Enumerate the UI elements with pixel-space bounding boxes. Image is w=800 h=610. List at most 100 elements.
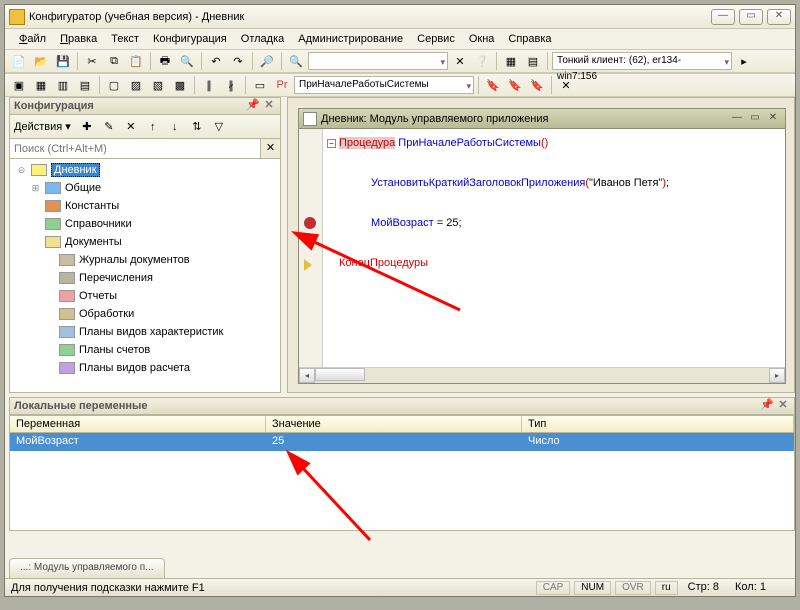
cfg-down-icon[interactable]: ↓ — [165, 117, 185, 137]
cfg-del-icon[interactable]: ✕ — [121, 117, 141, 137]
code-line[interactable]: КонецПроцедуры — [339, 257, 785, 269]
menu-debug[interactable]: Отладка — [235, 31, 290, 47]
bookmark-prev-icon[interactable]: 🔖 — [527, 75, 547, 95]
horizontal-scrollbar[interactable]: ◂ ▸ — [299, 367, 785, 383]
col-type[interactable]: Тип — [522, 416, 794, 432]
config-panel-title[interactable]: Конфигурация 📌 ✕ — [9, 97, 281, 115]
t2-icon[interactable]: ▢ — [104, 75, 124, 95]
expand-icon[interactable] — [30, 201, 41, 211]
menu-help[interactable]: Справка — [502, 31, 557, 47]
save-icon[interactable]: 💾 — [53, 51, 73, 71]
panel-close-icon[interactable]: ✕ — [262, 99, 276, 113]
gutter[interactable] — [299, 129, 323, 367]
new-icon[interactable]: 📄 — [9, 51, 29, 71]
expand-icon[interactable] — [44, 363, 55, 373]
cut-icon[interactable]: ✂ — [82, 51, 102, 71]
proc-combo[interactable]: ПриНачалеРаботыСистемы — [294, 76, 474, 94]
expand-icon[interactable] — [44, 273, 55, 283]
expand-icon[interactable] — [44, 291, 55, 301]
t2-icon[interactable]: ▥ — [53, 75, 73, 95]
menu-config[interactable]: Конфигурация — [147, 31, 233, 47]
menu-file[interactable]: Файл — [13, 31, 52, 47]
code-close-button[interactable]: ✕ — [765, 112, 781, 126]
code-min-button[interactable]: — — [729, 112, 745, 126]
search-clear-icon[interactable]: ✕ — [261, 139, 281, 159]
proc-nav-icon[interactable]: Pr — [272, 75, 292, 95]
tree-item[interactable]: Планы видов расчета — [12, 359, 278, 377]
tree-item[interactable]: ⊞Общие — [12, 179, 278, 197]
expand-icon[interactable] — [44, 309, 55, 319]
tree-item[interactable]: ⊝Дневник — [12, 161, 278, 179]
minimize-button[interactable]: — — [711, 9, 735, 25]
scroll-thumb[interactable] — [315, 368, 365, 381]
client-combo[interactable]: Тонкий клиент: (62), er134-win7:156 — [552, 52, 732, 70]
col-variable[interactable]: Переменная — [10, 416, 266, 432]
menu-text[interactable]: Текст — [105, 31, 145, 47]
print-icon[interactable]: 🖶 — [155, 51, 175, 71]
tree-item[interactable]: Документы — [12, 233, 278, 251]
locals-header[interactable]: Переменная Значение Тип — [9, 415, 795, 433]
menu-edit[interactable]: Правка — [54, 31, 103, 47]
locals-row[interactable]: МойВозраст 25 Число — [10, 433, 794, 451]
expand-icon[interactable] — [30, 219, 41, 229]
cfg-filter-icon[interactable]: ▽ — [209, 117, 229, 137]
code-line[interactable]: МойВозраст = 25; — [371, 217, 785, 229]
code-line[interactable]: УстановитьКраткийЗаголовокПриложения("Ив… — [371, 177, 785, 189]
scroll-left-icon[interactable]: ◂ — [299, 368, 315, 383]
preview-icon[interactable]: 🔍 — [177, 51, 197, 71]
t2-icon[interactable]: ▨ — [126, 75, 146, 95]
fold-toggle[interactable]: − — [327, 139, 336, 148]
expand-icon[interactable] — [44, 345, 55, 355]
cfg-add-icon[interactable]: ✚ — [77, 117, 97, 137]
code-max-button[interactable]: ▭ — [747, 112, 763, 126]
t2-icon[interactable]: ▩ — [170, 75, 190, 95]
module-icon[interactable]: ▭ — [250, 75, 270, 95]
open-icon[interactable]: 📂 — [31, 51, 51, 71]
code-titlebar[interactable]: Дневник: Модуль управляемого приложения … — [299, 109, 785, 129]
find-icon[interactable]: 🔎 — [257, 51, 277, 71]
bookmark-next-icon[interactable]: 🔖 — [505, 75, 525, 95]
pin-icon[interactable]: 📌 — [760, 399, 774, 413]
tree-item[interactable]: Журналы документов — [12, 251, 278, 269]
clear-icon[interactable]: ✕ — [450, 51, 470, 71]
tree-item[interactable]: Константы — [12, 197, 278, 215]
help-icon[interactable]: ❔ — [472, 51, 492, 71]
expand-icon[interactable] — [44, 327, 55, 337]
t2-icon[interactable]: ▧ — [148, 75, 168, 95]
col-value[interactable]: Значение — [266, 416, 522, 432]
expand-icon[interactable]: ⊞ — [30, 183, 41, 194]
code-line[interactable]: Процедура ПриНачалеРаботыСистемы() — [339, 137, 785, 149]
tree-item[interactable]: Отчеты — [12, 287, 278, 305]
redo-icon[interactable]: ↷ — [228, 51, 248, 71]
close-button[interactable]: ✕ — [767, 9, 791, 25]
titlebar[interactable]: Конфигуратор (учебная версия) - Дневник … — [5, 5, 795, 29]
scroll-track[interactable] — [315, 368, 769, 383]
bookmark-icon[interactable]: 🔖 — [483, 75, 503, 95]
expand-icon[interactable]: ⊝ — [16, 165, 27, 176]
tab-module[interactable]: ...: Модуль управляемого п... — [9, 558, 165, 578]
tree-item[interactable]: Справочники — [12, 215, 278, 233]
undo-icon[interactable]: ↶ — [206, 51, 226, 71]
expand-icon[interactable] — [30, 237, 41, 247]
tool-b-icon[interactable]: ▤ — [523, 51, 543, 71]
scroll-right-icon[interactable]: ▸ — [769, 368, 785, 383]
actions-menu[interactable]: Действия ▾ — [14, 120, 71, 133]
expand-icon[interactable] — [44, 255, 55, 265]
paste-icon[interactable]: 📋 — [126, 51, 146, 71]
tree-item[interactable]: Перечисления — [12, 269, 278, 287]
uncomment-icon[interactable]: ∦ — [221, 75, 241, 95]
status-lang[interactable]: ru — [655, 581, 678, 595]
tree-item[interactable]: Планы видов характеристик — [12, 323, 278, 341]
locals-grid[interactable]: МойВозраст 25 Число — [9, 433, 795, 531]
zoom-icon[interactable]: 🔍 — [286, 51, 306, 71]
t2-icon[interactable]: ▤ — [75, 75, 95, 95]
cfg-sort-icon[interactable]: ⇅ — [187, 117, 207, 137]
menu-windows[interactable]: Окна — [463, 31, 501, 47]
pin-icon[interactable]: 📌 — [246, 99, 260, 113]
t2-icon[interactable]: ▦ — [31, 75, 51, 95]
panel-close-icon[interactable]: ✕ — [776, 399, 790, 413]
maximize-button[interactable]: ▭ — [739, 9, 763, 25]
menu-service[interactable]: Сервис — [411, 31, 461, 47]
cfg-up-icon[interactable]: ↑ — [143, 117, 163, 137]
run-icon[interactable]: ▸ — [734, 51, 754, 71]
